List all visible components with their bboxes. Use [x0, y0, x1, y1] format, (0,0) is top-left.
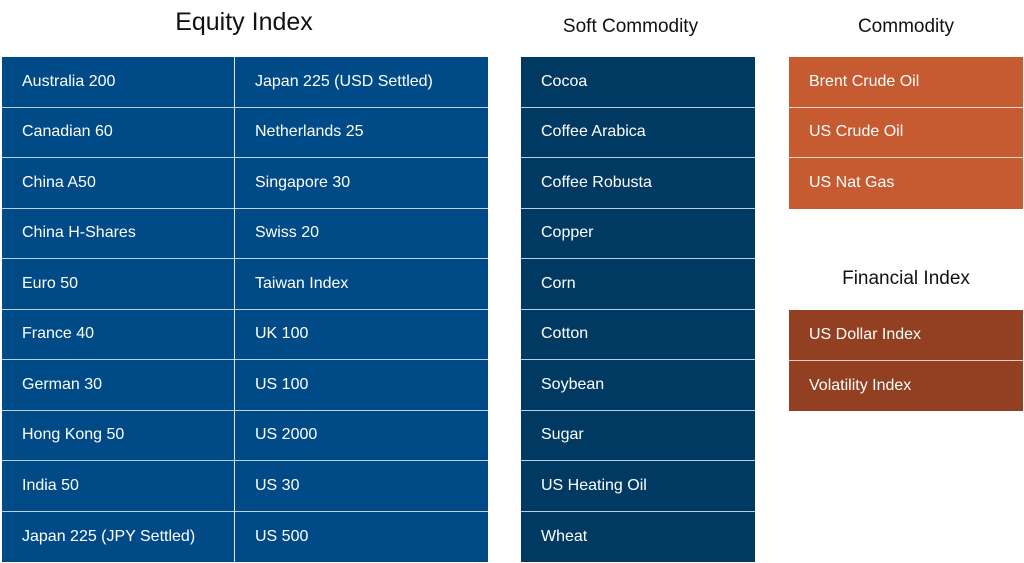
commodity-cell: US Nat Gas — [789, 158, 1023, 209]
equity-cell: Singapore 30 — [235, 158, 488, 209]
equity-cell: US 2000 — [235, 410, 488, 461]
equity-cell: Australia 200 — [2, 57, 235, 108]
equity-cell: India 50 — [2, 461, 235, 512]
equity-cell: Netherlands 25 — [235, 107, 488, 158]
soft-commodity-heading: Soft Commodity — [562, 16, 699, 37]
equity-cell: US 100 — [235, 360, 488, 411]
equity-cell: Euro 50 — [2, 259, 235, 310]
equity-cell: France 40 — [2, 309, 235, 360]
soft-commodity-cell: Copper — [521, 208, 755, 259]
equity-cell: Japan 225 (JPY Settled) — [2, 511, 235, 562]
financial-index-cell: Volatility Index — [789, 360, 1023, 411]
soft-commodity-cell: Sugar — [521, 410, 755, 461]
commodity-heading: Commodity — [857, 16, 955, 37]
financial-index-table: US Dollar Index Volatility Index — [789, 310, 1023, 411]
financial-index-cell: US Dollar Index — [789, 310, 1023, 361]
equity-cell: US 30 — [235, 461, 488, 512]
equity-cell: Hong Kong 50 — [2, 410, 235, 461]
equity-index-heading: Equity Index — [175, 8, 313, 36]
equity-cell: UK 100 — [235, 309, 488, 360]
equity-cell: Canadian 60 — [2, 107, 235, 158]
equity-index-table: Australia 200 Japan 225 (USD Settled) Ca… — [2, 57, 488, 562]
soft-commodity-cell: Coffee Arabica — [521, 107, 755, 158]
commodity-cell: US Crude Oil — [789, 107, 1023, 158]
equity-cell: Swiss 20 — [235, 208, 488, 259]
commodity-cell: Brent Crude Oil — [789, 57, 1023, 108]
soft-commodity-cell: Cocoa — [521, 57, 755, 108]
soft-commodity-cell: Corn — [521, 259, 755, 310]
soft-commodity-cell: Cotton — [521, 309, 755, 360]
equity-cell: Japan 225 (USD Settled) — [235, 57, 488, 108]
equity-cell: German 30 — [2, 360, 235, 411]
equity-cell: China H-Shares — [2, 208, 235, 259]
equity-cell: US 500 — [235, 511, 488, 562]
soft-commodity-table: Cocoa Coffee Arabica Coffee Robusta Copp… — [521, 57, 755, 562]
financial-index-heading: Financial Index — [842, 268, 970, 289]
soft-commodity-cell: US Heating Oil — [521, 461, 755, 512]
equity-cell: Taiwan Index — [235, 259, 488, 310]
equity-cell: China A50 — [2, 158, 235, 209]
commodity-table: Brent Crude Oil US Crude Oil US Nat Gas — [789, 57, 1023, 209]
soft-commodity-cell: Soybean — [521, 360, 755, 411]
soft-commodity-cell: Wheat — [521, 511, 755, 562]
soft-commodity-cell: Coffee Robusta — [521, 158, 755, 209]
